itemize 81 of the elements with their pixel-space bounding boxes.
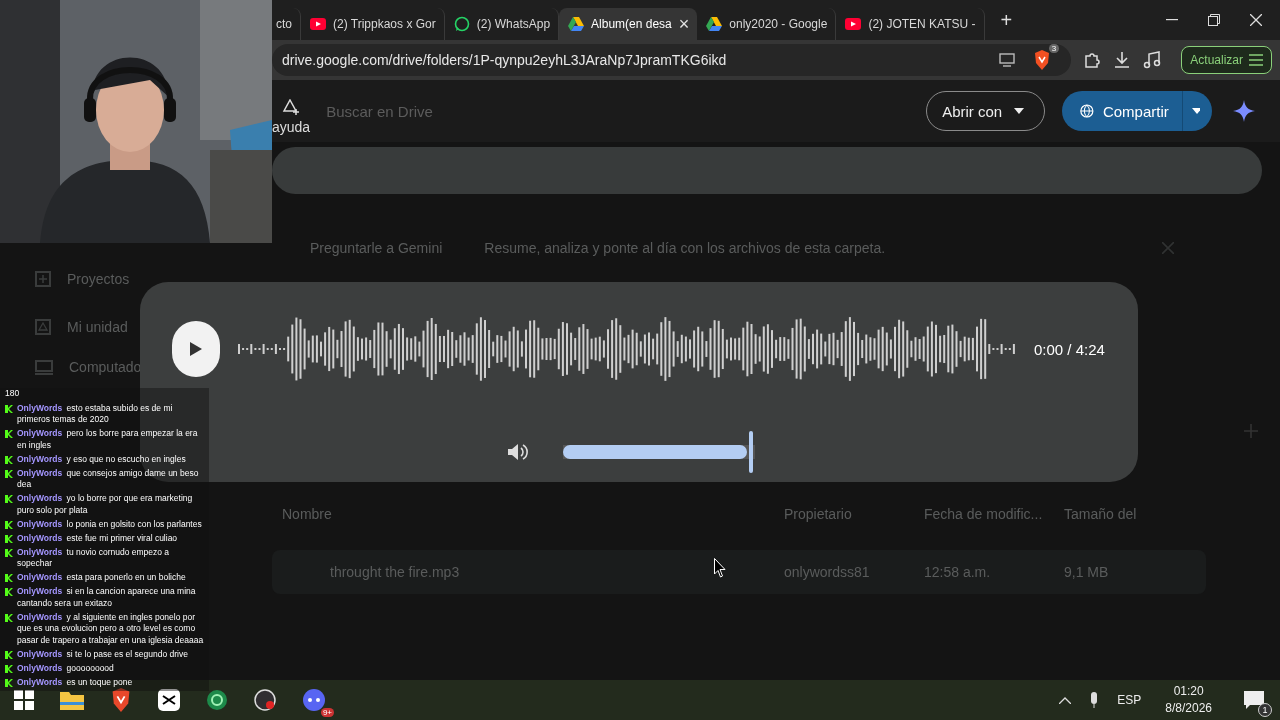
volume-icon[interactable] bbox=[508, 443, 528, 461]
menu-icon bbox=[1249, 54, 1263, 66]
computer-icon bbox=[35, 359, 53, 375]
controller-icon[interactable] bbox=[302, 689, 326, 711]
ring-icon[interactable] bbox=[206, 689, 228, 711]
minimize-icon[interactable] bbox=[1166, 19, 1178, 21]
waveform-drawing[interactable] bbox=[237, 314, 1017, 384]
language-indicator[interactable]: ESP bbox=[1117, 693, 1142, 707]
badge-icon bbox=[5, 548, 13, 557]
badge-icon bbox=[5, 455, 13, 464]
cast-icon[interactable] bbox=[999, 53, 1016, 67]
chat-message: OnlyWords lo ponia en golsito con los parlantes bbox=[17, 518, 203, 530]
badge-icon bbox=[5, 430, 13, 438]
play-icon bbox=[845, 18, 862, 30]
badge-icon bbox=[5, 574, 13, 582]
badge-icon bbox=[5, 613, 13, 622]
notification-badge: 1 bbox=[1258, 703, 1272, 717]
shield-icon[interactable] bbox=[110, 688, 132, 712]
badge-icon bbox=[5, 520, 13, 529]
search-field[interactable]: Buscar en Drive bbox=[324, 101, 889, 121]
chat-message: OnlyWords yo lo borre por que era marketing puro solo por plata bbox=[17, 493, 194, 516]
badge-icon bbox=[5, 588, 13, 596]
badge-icon bbox=[5, 650, 13, 659]
folder-icon[interactable] bbox=[60, 690, 84, 710]
chat-message: OnlyWords es un toque pone bbox=[17, 676, 134, 688]
windows-icon[interactable] bbox=[14, 690, 34, 710]
chat-message: OnlyWords gooooooood bbox=[17, 662, 115, 674]
message-icon[interactable] bbox=[1244, 691, 1264, 709]
badge-icon bbox=[5, 534, 13, 543]
play-icon bbox=[190, 342, 202, 356]
browser-tab[interactable]: Album(en desa × bbox=[559, 8, 698, 40]
clock[interactable]: 01:20 8/8/2026 bbox=[1165, 683, 1212, 717]
badge-icon bbox=[5, 678, 13, 687]
table-cell-text: onlywordss81 bbox=[784, 564, 871, 580]
help-label[interactable]: ayuda bbox=[272, 119, 311, 135]
chevron-up-icon[interactable] bbox=[1059, 696, 1072, 704]
chat-message: OnlyWords esta para ponerlo en un boliche bbox=[17, 572, 187, 584]
chat-message: OnlyWords pero los borre para empezar la era en ingles bbox=[17, 428, 199, 451]
triangle-icon bbox=[568, 17, 585, 31]
chat-message: OnlyWords si te lo pase es el segundo drive bbox=[17, 648, 189, 660]
folder-plus-icon bbox=[35, 271, 51, 287]
badge-icon bbox=[5, 469, 13, 478]
sparkle-icon[interactable] bbox=[1233, 100, 1256, 122]
update-button[interactable]: Actualizar bbox=[1181, 46, 1272, 74]
puzzle-icon[interactable] bbox=[1083, 51, 1102, 69]
table-cell-text: 9,1 MB bbox=[1064, 564, 1110, 580]
badge-icon bbox=[5, 404, 13, 413]
table-cell-text: 12:58 a.m. bbox=[924, 564, 992, 580]
sparkle-plus-icon[interactable] bbox=[282, 99, 301, 115]
globe-icon bbox=[1080, 103, 1094, 119]
chat-message: OnlyWords y al siguiente en ingles ponelo por que es una evolucion pero a otro level es como pasar de trapero a trabajar en una iglesia deaaaa bbox=[17, 611, 205, 646]
play-button[interactable] bbox=[172, 321, 220, 377]
record-icon[interactable] bbox=[254, 689, 276, 711]
caret-icon bbox=[1014, 108, 1025, 114]
badge-icon bbox=[5, 495, 13, 503]
viewer-count: 180 bbox=[5, 388, 21, 400]
cursor-icon bbox=[714, 558, 726, 578]
address-bar[interactable]: drive.google.com/drive/folders/1P-qynpu2eyhL3JAraNp7JpramTKG6ikd 3 bbox=[272, 44, 1072, 76]
microphone-icon[interactable] bbox=[1089, 692, 1100, 708]
triangle-icon bbox=[706, 17, 723, 31]
download-icon[interactable] bbox=[1113, 51, 1132, 69]
time-display: 0:00 / 4:24 bbox=[1034, 340, 1105, 358]
music-note-icon[interactable] bbox=[1143, 51, 1162, 69]
notification-badge: 9+ bbox=[320, 708, 334, 717]
shield-icon[interactable] bbox=[1033, 50, 1052, 70]
share-button[interactable]: Compartir bbox=[1062, 91, 1213, 131]
slider-thumb[interactable] bbox=[749, 431, 753, 473]
notification-badge: 3 bbox=[1048, 44, 1060, 53]
caret-icon[interactable] bbox=[1191, 108, 1201, 114]
badge-icon bbox=[5, 664, 13, 673]
chat-message: OnlyWords este fue mi primer viral culiao bbox=[17, 532, 179, 544]
table-cell: throught the fire.mp3 bbox=[330, 564, 460, 580]
play-icon bbox=[310, 18, 326, 30]
chat-message: OnlyWords si en la cancion aparece una mina cantando sera un exitazo bbox=[17, 586, 197, 609]
app-icon[interactable] bbox=[158, 689, 180, 711]
restore-icon[interactable] bbox=[1208, 14, 1220, 26]
chat-message: OnlyWords y eso que no escucho en ingles bbox=[17, 453, 187, 465]
new-tab-button[interactable]: + bbox=[994, 7, 1019, 33]
drive-icon bbox=[35, 319, 51, 335]
chat-bubble-icon bbox=[453, 16, 470, 32]
gemini-prompt: Resume, analiza y ponte al día con los archivos de esta carpeta. bbox=[484, 240, 887, 256]
